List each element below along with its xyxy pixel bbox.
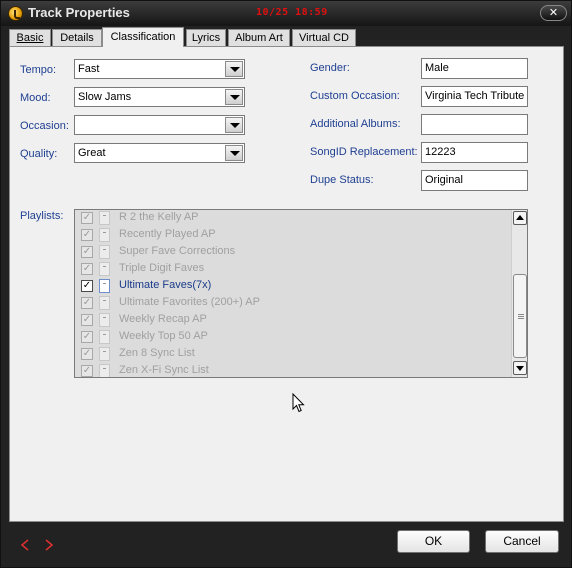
playlist-icon — [99, 313, 110, 327]
tempo-value: Fast — [78, 63, 100, 75]
playlist-name: Zen 8 Sync List — [119, 347, 195, 359]
dupe-status-field[interactable]: Original — [421, 170, 528, 191]
occasion-label: Occasion: — [20, 120, 69, 132]
playlist-name: Weekly Top 50 AP — [119, 330, 208, 342]
playlist-row[interactable]: ✓ Zen X-Fi Sync List — [75, 363, 511, 377]
playlist-name: R 2 the Kelly AP — [119, 211, 199, 223]
tempo-dropdown[interactable]: Fast — [74, 59, 245, 79]
playlists-scrollbar[interactable] — [511, 210, 527, 377]
playlist-icon — [99, 330, 110, 344]
chevron-down-icon[interactable] — [225, 89, 243, 105]
scroll-up-icon[interactable] — [513, 211, 527, 225]
playlist-row[interactable]: ✓ Weekly Recap AP — [75, 312, 511, 329]
tab-classification[interactable]: Classification — [102, 27, 184, 47]
playlist-icon — [99, 228, 110, 242]
clock-display: 10/25 18:59 — [256, 7, 328, 18]
playlist-icon — [99, 347, 110, 361]
tab-album-art[interactable]: Album Art — [228, 29, 290, 47]
playlist-row[interactable]: ✓ R 2 the Kelly AP — [75, 210, 511, 227]
tab-virtual-cd[interactable]: Virtual CD — [292, 29, 356, 47]
additional-albums-label: Additional Albums: — [310, 118, 401, 130]
dupe-status-label: Dupe Status: — [310, 174, 374, 186]
tab-basic-label: Basic — [16, 32, 44, 44]
playlists-list[interactable]: ✓ R 2 the Kelly AP ✓ Recently Played AP ✓ Sup… — [74, 209, 528, 378]
playlist-row[interactable]: ✓ Weekly Top 50 AP — [75, 329, 511, 346]
playlist-name: Ultimate Faves(7x) — [119, 279, 212, 291]
gender-field[interactable]: Male — [421, 58, 528, 79]
tab-details-label: Details — [60, 32, 94, 44]
playlist-name: Zen X-Fi Sync List — [119, 364, 209, 376]
playlist-row[interactable]: ✓ Triple Digit Faves — [75, 261, 511, 278]
grip-line — [518, 318, 524, 319]
grip-line — [518, 314, 524, 315]
playlist-icon — [99, 364, 110, 377]
playlist-row[interactable]: ✓ Ultimate Faves(7x) — [75, 278, 511, 295]
playlist-icon — [99, 262, 110, 276]
playlist-name: Triple Digit Faves — [119, 262, 205, 274]
playlist-checkbox[interactable]: ✓ — [81, 263, 93, 275]
cancel-button[interactable]: Cancel — [485, 530, 559, 553]
additional-albums-field[interactable] — [421, 114, 528, 135]
next-track-icon[interactable] — [44, 539, 54, 551]
classification-panel: Tempo: Fast Mood: Slow Jams Occasion: Qu… — [9, 46, 564, 522]
tab-basic[interactable]: Basic — [9, 29, 51, 47]
tab-classification-label: Classification — [110, 31, 176, 43]
playlist-checkbox[interactable]: ✓ — [81, 314, 93, 326]
quality-dropdown[interactable]: Great — [74, 143, 245, 163]
tab-lyrics-label: Lyrics — [191, 32, 221, 44]
track-properties-window: Track Properties 10/25 18:59 ✕ Basic Det… — [0, 0, 572, 568]
quality-label: Quality: — [20, 148, 58, 160]
songid-replacement-label: SongID Replacement: — [310, 146, 418, 158]
custom-occasion-label: Custom Occasion: — [310, 90, 400, 102]
ok-button[interactable]: OK — [397, 530, 470, 553]
songid-replacement-field[interactable]: 12223 — [421, 142, 528, 163]
playlist-icon — [99, 245, 110, 259]
mood-dropdown[interactable]: Slow Jams — [74, 87, 245, 107]
playlist-checkbox[interactable]: ✓ — [81, 331, 93, 343]
mouse-cursor-icon — [292, 393, 305, 413]
playlist-checkbox[interactable]: ✓ — [81, 348, 93, 360]
playlist-name: Weekly Recap AP — [119, 313, 207, 325]
playlist-row[interactable]: ✓ Recently Played AP — [75, 227, 511, 244]
scroll-thumb[interactable] — [513, 274, 527, 358]
chevron-down-icon[interactable] — [225, 145, 243, 161]
tab-virtual-cd-label: Virtual CD — [299, 32, 349, 44]
playlist-icon — [99, 279, 110, 293]
scroll-down-icon[interactable] — [513, 361, 527, 375]
playlist-checkbox[interactable]: ✓ — [81, 365, 93, 377]
playlist-checkbox[interactable]: ✓ — [81, 246, 93, 258]
quality-value: Great — [78, 147, 106, 159]
tab-details[interactable]: Details — [52, 29, 102, 47]
gender-label: Gender: — [310, 62, 350, 74]
title-bar[interactable]: Track Properties 10/25 18:59 ✕ — [1, 1, 571, 26]
mood-label: Mood: — [20, 92, 51, 104]
playlist-name: Ultimate Favorites (200+) AP — [119, 296, 260, 308]
playlist-row[interactable]: ✓ Super Fave Corrections — [75, 244, 511, 261]
custom-occasion-field[interactable]: Virginia Tech Tribute — [421, 86, 528, 107]
mood-value: Slow Jams — [78, 91, 132, 103]
playlist-name: Super Fave Corrections — [119, 245, 236, 257]
tab-lyrics[interactable]: Lyrics — [186, 29, 226, 47]
tab-album-art-label: Album Art — [235, 32, 283, 44]
playlist-row[interactable]: ✓ Zen 8 Sync List — [75, 346, 511, 363]
close-button[interactable]: ✕ — [540, 5, 567, 21]
tempo-label: Tempo: — [20, 64, 57, 76]
chevron-down-icon[interactable] — [225, 117, 243, 133]
playlist-checkbox[interactable]: ✓ — [81, 229, 93, 241]
chevron-down-icon[interactable] — [225, 61, 243, 77]
playlist-icon — [99, 211, 110, 225]
dialog-footer: OK Cancel — [1, 524, 572, 568]
playlist-checkbox[interactable]: ✓ — [81, 280, 93, 292]
grip-line — [518, 316, 524, 317]
playlists-label: Playlists: — [20, 210, 64, 222]
playlist-checkbox[interactable]: ✓ — [81, 212, 93, 224]
previous-track-icon[interactable] — [20, 539, 30, 551]
playlist-name: Recently Played AP — [119, 228, 216, 240]
app-logo-icon — [8, 6, 23, 21]
window-title: Track Properties — [28, 5, 130, 20]
playlist-row[interactable]: ✓ Ultimate Favorites (200+) AP — [75, 295, 511, 312]
playlist-checkbox[interactable]: ✓ — [81, 297, 93, 309]
occasion-dropdown[interactable] — [74, 115, 245, 135]
playlist-icon — [99, 296, 110, 310]
